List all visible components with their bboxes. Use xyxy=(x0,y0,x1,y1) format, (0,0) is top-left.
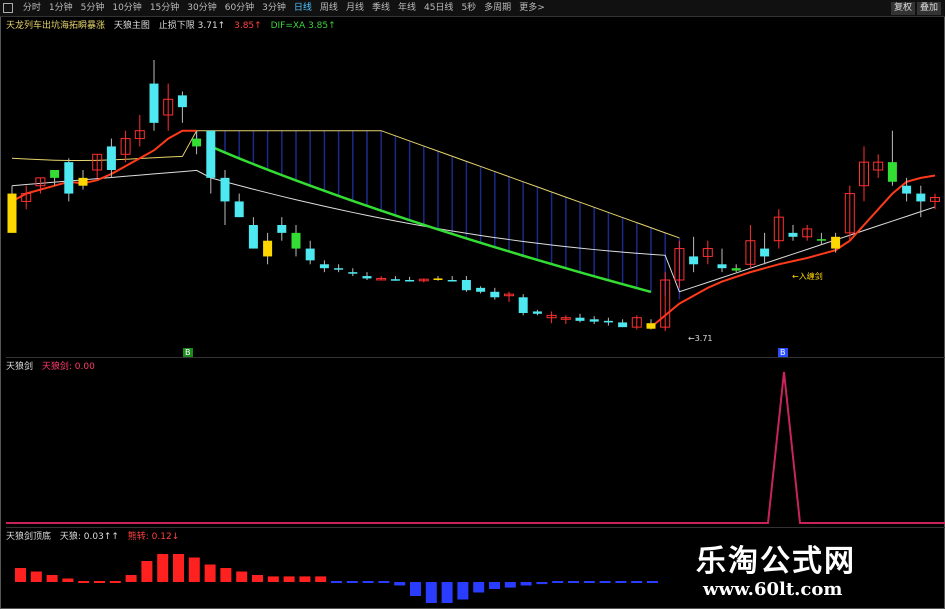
watermark-url: www.60lt.com xyxy=(703,579,843,600)
candle-body xyxy=(334,268,344,270)
hist-bar xyxy=(315,576,327,582)
trend-line-green xyxy=(210,145,652,294)
hist-bar xyxy=(425,582,437,603)
candle-body xyxy=(646,323,656,329)
low-price-label: ←3.71 xyxy=(688,334,713,343)
hist-bar xyxy=(188,557,200,582)
annotation-label: ←入缠剑 xyxy=(792,272,823,281)
hist-bar xyxy=(157,554,169,582)
hist-bar xyxy=(141,561,153,582)
candle-body xyxy=(831,236,841,249)
hist-bar xyxy=(46,575,58,582)
candle-body xyxy=(348,272,358,274)
candle-body xyxy=(234,201,244,218)
hist-bar xyxy=(394,582,406,586)
hist-bar-zero xyxy=(331,581,342,583)
hist-bar-zero xyxy=(599,581,611,583)
hist-bar-zero xyxy=(552,581,564,583)
candle-body xyxy=(248,225,258,249)
candle-body xyxy=(277,225,287,233)
candle-body xyxy=(305,248,315,261)
hist-bar-zero xyxy=(583,581,595,583)
hist-bar-zero xyxy=(378,581,390,583)
candle-body xyxy=(177,95,187,108)
candle-body xyxy=(689,256,699,265)
hist-bar xyxy=(125,575,137,582)
hist-bar xyxy=(283,576,295,582)
candle-body xyxy=(575,317,585,321)
hist-bar xyxy=(267,576,279,582)
watermark-title: 乐淘公式网 xyxy=(696,544,856,579)
candle-body xyxy=(263,240,273,257)
hist-bar-zero xyxy=(568,581,579,583)
hist-bar xyxy=(441,582,453,603)
candle-body xyxy=(532,311,542,314)
candle-body xyxy=(291,232,301,249)
candle-body xyxy=(405,280,415,282)
candle-body xyxy=(192,138,202,147)
candle-body xyxy=(589,319,599,322)
hist-bar-zero xyxy=(647,581,658,583)
hist-bar xyxy=(30,571,42,582)
hist-bar xyxy=(489,582,500,589)
hist-bar xyxy=(15,568,26,582)
candle-body xyxy=(603,320,613,323)
hist-bar xyxy=(204,564,216,582)
candle-body xyxy=(887,162,897,182)
candle-body xyxy=(731,268,741,271)
candle-body xyxy=(618,322,628,328)
hist-bar-zero xyxy=(94,581,105,583)
candle-body xyxy=(64,162,74,194)
candle-body xyxy=(390,279,400,281)
candle-body xyxy=(447,280,457,282)
hist-bar xyxy=(536,582,548,585)
hist-bar-zero xyxy=(78,581,90,583)
candle-body xyxy=(902,185,912,194)
candle-body xyxy=(7,193,17,233)
hist-bar xyxy=(504,582,516,588)
hist-bar xyxy=(220,568,232,582)
candle-body xyxy=(50,170,60,178)
hist-bar-zero xyxy=(615,581,627,583)
candle-body xyxy=(490,291,500,298)
spike-line xyxy=(6,371,945,524)
trend-line-red-left xyxy=(11,129,197,203)
hist-bar xyxy=(299,576,311,582)
candle-body xyxy=(106,146,116,170)
candle-body xyxy=(78,177,88,186)
candle-body xyxy=(916,193,926,202)
hist-bar-zero xyxy=(346,581,358,583)
candle-body xyxy=(717,264,727,269)
hist-bar xyxy=(236,571,248,582)
candle-body xyxy=(476,287,486,292)
hist-bar xyxy=(473,582,485,593)
hist-bar-zero xyxy=(109,581,121,583)
hist-bar xyxy=(252,575,263,582)
hist-bar xyxy=(410,582,421,596)
hist-bar xyxy=(173,554,184,582)
candle-body xyxy=(220,177,230,202)
candle-body xyxy=(206,130,216,178)
candle-body xyxy=(149,83,159,123)
candle-body xyxy=(319,264,329,269)
hist-bar-zero xyxy=(362,581,374,583)
candle-body xyxy=(433,278,443,280)
spike-indicator-chart[interactable] xyxy=(0,358,945,528)
candle-body xyxy=(760,248,770,257)
candle-body xyxy=(816,239,826,241)
hist-bar xyxy=(457,582,469,600)
candle-body xyxy=(788,232,798,237)
hist-bar-zero xyxy=(631,581,643,583)
candle-body xyxy=(362,276,372,279)
candle-body xyxy=(461,280,471,291)
candle-body xyxy=(518,297,528,313)
hist-bar xyxy=(62,578,74,582)
candlestick-chart[interactable] xyxy=(0,0,945,360)
hist-bar xyxy=(520,582,532,586)
